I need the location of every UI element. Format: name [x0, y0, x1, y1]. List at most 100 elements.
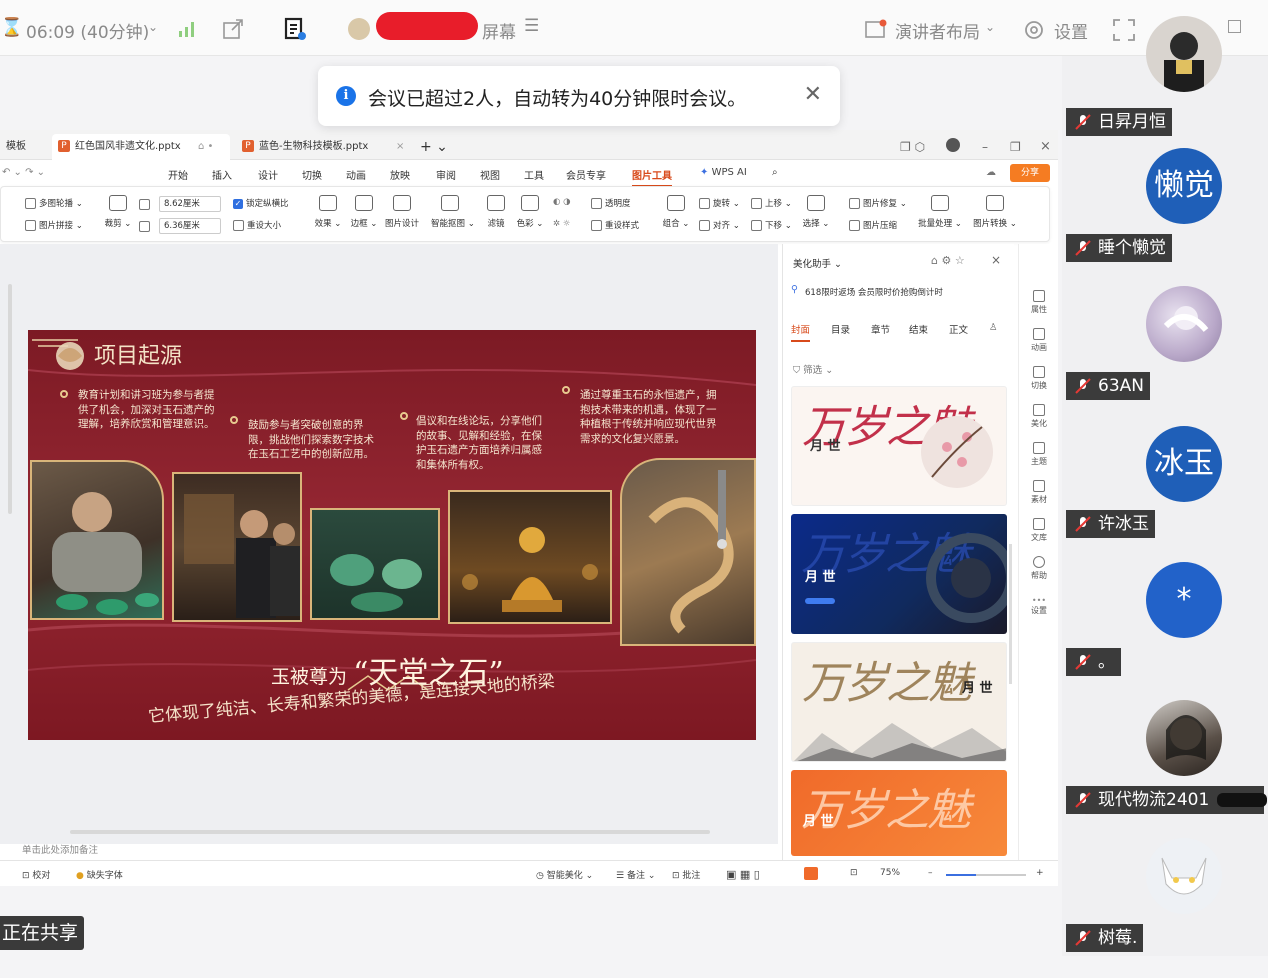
window-controls-icon[interactable]: ❐ ⬡ [894, 134, 925, 160]
participant-card[interactable]: * 。 [1062, 562, 1268, 702]
notes-button[interactable]: ☰ 备注 ⌄ [616, 868, 655, 881]
chevron-down-icon[interactable]: ⌄ [148, 20, 158, 34]
cloud-icon[interactable]: ☁ [986, 167, 996, 178]
list-icon[interactable]: ☰ [524, 16, 539, 36]
user-icon[interactable]: ♙ [989, 322, 998, 333]
notes-placeholder[interactable]: 单击此处添加备注 [22, 842, 98, 856]
zoom-out-button[interactable]: – [928, 868, 933, 878]
image-convert-button[interactable]: 图片转换 ⌄ [971, 195, 1019, 229]
slide-editing-area[interactable]: 项目起源 教育计划和讲习班为参与者提供了机会，加深对玉石遗产的理解，培养欣赏和管… [0, 244, 778, 844]
menu-tools[interactable]: 工具 [524, 167, 544, 182]
tab-chapter[interactable]: 章节 [871, 322, 890, 336]
crop-button[interactable]: 裁剪 ⌄ [99, 195, 137, 229]
participant-card[interactable]: 冰玉 许冰玉 [1062, 426, 1268, 564]
tool-help[interactable]: 帮助 [1019, 556, 1058, 581]
participant-card[interactable]: 现代物流2401 [1062, 700, 1268, 840]
close-icon[interactable]: × [1034, 134, 1051, 160]
filter-button[interactable]: 滤镜 [477, 195, 515, 229]
slide-paragraph-3[interactable]: 倡议和在线论坛，分享他们的故事、见解和经验，在保护玉石遗产方面培养归属感和集体所… [416, 414, 550, 472]
tab-body[interactable]: 正文 [949, 322, 968, 336]
tool-theme[interactable]: 主题 [1019, 442, 1058, 467]
image-design-button[interactable]: 图片设计 [383, 195, 421, 229]
smart-beautify-button[interactable]: ◷ 智能美化 ⌄ [536, 868, 593, 881]
slide-paragraph-2[interactable]: 鼓励参与者突破创意的界限，挑战他们探索数字技术在玉石工艺中的创新应用。 [248, 418, 374, 462]
tool-settings[interactable]: ••• 设置 [1019, 596, 1058, 616]
share-button[interactable]: 分享 [1010, 164, 1050, 182]
participant-card[interactable]: 懒觉 睡个懒觉 [1062, 148, 1268, 288]
effect-button[interactable]: 效果 ⌄ [309, 195, 347, 229]
tool-beautify[interactable]: 美化 [1019, 404, 1058, 429]
tab-blue-biotech[interactable]: P 蓝色-生物科技模板.pptx × [236, 134, 412, 160]
menu-slideshow[interactable]: 放映 [390, 167, 410, 182]
slide-paragraph-4[interactable]: 通过尊重玉石的永恒遗产，拥抱技术带来的机遇，体现了一种植根于传统并响应现代世界需… [580, 388, 726, 446]
image-compress-button[interactable]: 图片压缩 [849, 219, 897, 231]
slide-title[interactable]: 项目起源 [94, 338, 182, 370]
photo-dragon-carving[interactable] [620, 458, 756, 646]
image-repair-button[interactable]: 图片修复 ⌄ [849, 197, 907, 209]
horizontal-scrollbar[interactable] [70, 830, 710, 834]
reset-size-button[interactable]: 重设大小 [233, 219, 281, 231]
proofread-button[interactable]: ⊡ 校对 [22, 868, 50, 881]
meeting-timer[interactable]: 06:09 (40分钟) [26, 18, 149, 43]
play-icon[interactable] [804, 867, 818, 880]
rotate-button[interactable]: 旋转 ⌄ [699, 197, 740, 209]
tool-transition[interactable]: 切换 [1019, 366, 1058, 391]
reset-style-button[interactable]: 重设样式 [591, 219, 639, 231]
template-thumb-1[interactable]: 万岁之魅 月 世 [791, 386, 1007, 506]
photo-jade-showroom[interactable] [172, 472, 302, 622]
tool-library[interactable]: 文库 [1019, 518, 1058, 543]
menu-member[interactable]: 会员专享 [566, 167, 606, 182]
missing-font-button[interactable]: ● 缺失字体 [76, 868, 123, 881]
close-icon[interactable]: × [991, 253, 1001, 267]
menu-insert[interactable]: 插入 [212, 167, 232, 182]
slide-canvas[interactable]: 项目起源 教育计划和讲习班为参与者提供了机会，加深对玉石遗产的理解，培养欣赏和管… [28, 330, 756, 740]
zoom-slider[interactable] [946, 874, 1026, 876]
new-tab-button[interactable]: + ⌄ [414, 134, 448, 160]
menu-view[interactable]: 视图 [480, 167, 500, 182]
contrast-icon[interactable]: ✲ ☼ [553, 219, 570, 229]
photo-golden-buddha[interactable] [448, 490, 612, 624]
template-thumb-3[interactable]: 万岁之魅 月 世 [791, 642, 1007, 762]
tab-options-icon[interactable]: ⌂ • [198, 134, 213, 160]
presenter-layout-icon[interactable] [864, 18, 888, 40]
brightness-icon[interactable]: ◐ ◑ [553, 197, 571, 207]
tab-red-national-style[interactable]: P 红色国风非遗文化.pptx ⌂ • [52, 134, 230, 160]
template-thumb-2[interactable]: 万岁之魅 月 世 [791, 514, 1007, 634]
panel-scrollbar[interactable] [1009, 544, 1012, 684]
view-mode-icons[interactable]: ▣ ▦ ▯ [726, 868, 760, 881]
panel-title[interactable]: 美化助手 ⌄ [793, 256, 842, 270]
tab-cover[interactable]: 封面 [791, 322, 811, 342]
participant-card[interactable]: 日昇月恒 [1062, 12, 1268, 150]
smart-cutout-button[interactable]: 智能抠图 ⌄ [431, 195, 475, 229]
gear-icon[interactable] [1022, 18, 1046, 42]
participant-card[interactable]: 63AN [1062, 286, 1268, 426]
template-thumb-4[interactable]: 万岁之魅 月 世 [791, 770, 1007, 856]
width-field[interactable]: 8.62厘米 [159, 196, 221, 212]
fit-icon[interactable]: ⊡ [850, 868, 858, 878]
tab-ending[interactable]: 结束 [909, 322, 928, 336]
menu-home[interactable]: 开始 [168, 167, 188, 182]
tool-materials[interactable]: 素材 [1019, 480, 1058, 505]
close-icon[interactable]: ✕ [804, 82, 822, 107]
align-button[interactable]: 对齐 ⌄ [699, 219, 740, 231]
minimize-button[interactable]: – [976, 134, 988, 160]
tool-animation[interactable]: 动画 [1019, 328, 1058, 353]
zoom-level[interactable]: 75% [880, 868, 900, 878]
select-button[interactable]: 选择 ⌄ [797, 195, 835, 229]
move-down-button[interactable]: 下移 ⌄ [751, 219, 792, 231]
share-out-icon[interactable] [222, 18, 244, 40]
photo-jade-carvings[interactable] [310, 508, 440, 620]
slide-paragraph-1[interactable]: 教育计划和讲习班为参与者提供了机会，加深对玉石遗产的理解，培养欣赏和管理意识。 [78, 388, 216, 432]
menu-design[interactable]: 设计 [258, 167, 278, 182]
tab-toc[interactable]: 目录 [831, 322, 850, 336]
menu-picture-tools[interactable]: 图片工具 [632, 167, 672, 187]
undo-icon[interactable]: ↶ ⌄ ↷ ⌄ [2, 167, 45, 178]
border-button[interactable]: 边框 ⌄ [345, 195, 383, 229]
tool-properties[interactable]: 属性 [1019, 290, 1058, 315]
close-icon[interactable]: × [396, 134, 404, 160]
document-share-icon[interactable] [283, 16, 307, 42]
participant-card[interactable]: 树莓. [1062, 838, 1268, 978]
chevron-down-icon[interactable]: ⌄ [985, 20, 995, 34]
menu-animation[interactable]: 动画 [346, 167, 366, 182]
batch-process-button[interactable]: 批量处理 ⌄ [917, 195, 963, 229]
